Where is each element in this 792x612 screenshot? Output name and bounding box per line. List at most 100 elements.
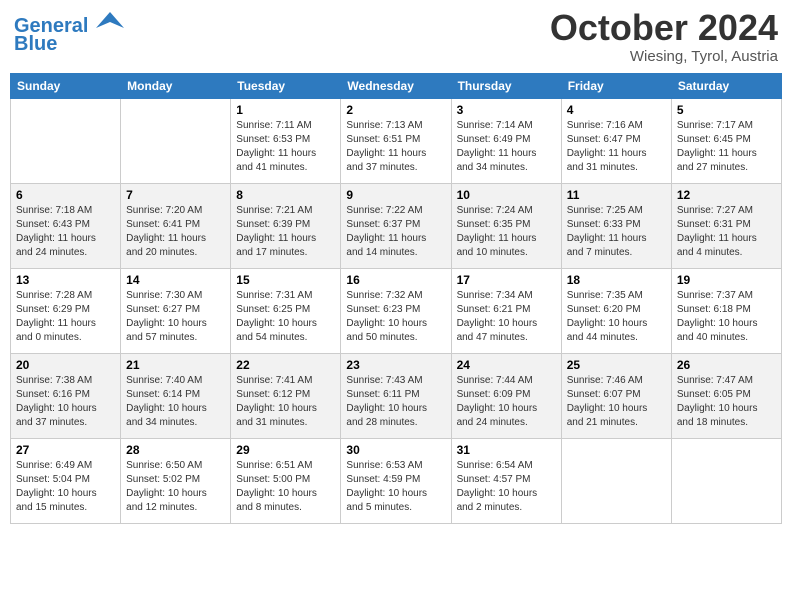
day-number: 6 (16, 188, 115, 202)
day-number: 10 (457, 188, 556, 202)
header-row: SundayMondayTuesdayWednesdayThursdayFrid… (11, 74, 782, 99)
day-number: 26 (677, 358, 776, 372)
day-number: 11 (567, 188, 666, 202)
day-number: 29 (236, 443, 335, 457)
calendar-day-cell (671, 439, 781, 524)
day-detail: Sunrise: 7:24 AM Sunset: 6:35 PM Dayligh… (457, 204, 556, 260)
day-detail: Sunrise: 7:14 AM Sunset: 6:49 PM Dayligh… (457, 119, 556, 175)
calendar-day-cell: 8Sunrise: 7:21 AM Sunset: 6:39 PM Daylig… (231, 184, 341, 269)
day-number: 14 (126, 273, 225, 287)
calendar-day-cell: 6 Sunrise: 7:18 AM Sunset: 6:43 PM Daylig… (11, 184, 121, 269)
calendar-day-cell: 21 Sunrise: 7:40 AM Sunset: 6:14 PM Dayli… (121, 354, 231, 439)
day-number: 27 (16, 443, 115, 457)
day-detail: Sunrise: 7:46 AM Sunset: 6:07 PM Dayligh… (567, 374, 666, 430)
logo: General Blue (14, 10, 124, 56)
calendar-table: SundayMondayTuesdayWednesdayThursdayFrid… (10, 73, 782, 524)
calendar-day-cell: 29 Sunrise: 6:51 AM Sunset: 5:00 PM Dayli… (231, 439, 341, 524)
day-detail: Sunrise: 7:22 AM Sunset: 6:37 PM Dayligh… (346, 204, 445, 260)
weekday-header: Tuesday (231, 74, 341, 99)
location-subtitle: Wiesing, Tyrol, Austria (550, 48, 778, 65)
day-detail: Sunrise: 7:38 AM Sunset: 6:16 PM Dayligh… (16, 374, 115, 430)
calendar-day-cell (121, 99, 231, 184)
calendar-day-cell: 1 Sunrise: 7:11 AM Sunset: 6:53 PM Daylig… (231, 99, 341, 184)
day-detail: Sunrise: 6:53 AM Sunset: 4:59 PM Dayligh… (346, 459, 445, 515)
day-number: 4 (567, 103, 666, 117)
day-detail: Sunrise: 7:41 AM Sunset: 6:12 PM Dayligh… (236, 374, 335, 430)
calendar-day-cell: 13 Sunrise: 7:28 AM Sunset: 6:29 PM Dayli… (11, 269, 121, 354)
calendar-day-cell: 26 Sunrise: 7:47 AM Sunset: 6:05 PM Dayli… (671, 354, 781, 439)
day-number: 25 (567, 358, 666, 372)
day-number: 1 (236, 103, 335, 117)
title-area: October 2024 Wiesing, Tyrol, Austria (550, 10, 778, 65)
calendar-day-cell: 20 Sunrise: 7:38 AM Sunset: 6:16 PM Dayli… (11, 354, 121, 439)
calendar-day-cell: 16 Sunrise: 7:32 AM Sunset: 6:23 PM Dayli… (341, 269, 451, 354)
calendar-day-cell: 14 Sunrise: 7:30 AM Sunset: 6:27 PM Dayli… (121, 269, 231, 354)
calendar-day-cell: 24 Sunrise: 7:44 AM Sunset: 6:09 PM Dayli… (451, 354, 561, 439)
month-title: October 2024 (550, 10, 778, 46)
calendar-day-cell: 23 Sunrise: 7:43 AM Sunset: 6:11 PM Dayli… (341, 354, 451, 439)
calendar-day-cell: 25 Sunrise: 7:46 AM Sunset: 6:07 PM Dayli… (561, 354, 671, 439)
day-number: 28 (126, 443, 225, 457)
day-detail: Sunrise: 7:27 AM Sunset: 6:31 PM Dayligh… (677, 204, 776, 260)
calendar-week-row: 6 Sunrise: 7:18 AM Sunset: 6:43 PM Daylig… (11, 184, 782, 269)
day-detail: Sunrise: 6:51 AM Sunset: 5:00 PM Dayligh… (236, 459, 335, 515)
day-detail: Sunrise: 7:34 AM Sunset: 6:21 PM Dayligh… (457, 289, 556, 345)
day-number: 24 (457, 358, 556, 372)
calendar-day-cell: 11Sunrise: 7:25 AM Sunset: 6:33 PM Dayli… (561, 184, 671, 269)
day-number: 16 (346, 273, 445, 287)
day-detail: Sunrise: 6:49 AM Sunset: 5:04 PM Dayligh… (16, 459, 115, 515)
day-detail: Sunrise: 7:31 AM Sunset: 6:25 PM Dayligh… (236, 289, 335, 345)
calendar-day-cell: 10 Sunrise: 7:24 AM Sunset: 6:35 PM Dayli… (451, 184, 561, 269)
day-number: 2 (346, 103, 445, 117)
calendar-day-cell: 12 Sunrise: 7:27 AM Sunset: 6:31 PM Dayli… (671, 184, 781, 269)
calendar-day-cell: 31Sunrise: 6:54 AM Sunset: 4:57 PM Dayli… (451, 439, 561, 524)
calendar-week-row: 20 Sunrise: 7:38 AM Sunset: 6:16 PM Dayli… (11, 354, 782, 439)
day-detail: Sunrise: 7:16 AM Sunset: 6:47 PM Dayligh… (567, 119, 666, 175)
weekday-header: Wednesday (341, 74, 451, 99)
day-detail: Sunrise: 7:37 AM Sunset: 6:18 PM Dayligh… (677, 289, 776, 345)
calendar-day-cell: 5 Sunrise: 7:17 AM Sunset: 6:45 PM Daylig… (671, 99, 781, 184)
calendar-week-row: 27 Sunrise: 6:49 AM Sunset: 5:04 PM Dayli… (11, 439, 782, 524)
logo-bird-icon (96, 10, 124, 32)
day-detail: Sunrise: 7:13 AM Sunset: 6:51 PM Dayligh… (346, 119, 445, 175)
day-number: 23 (346, 358, 445, 372)
day-detail: Sunrise: 7:44 AM Sunset: 6:09 PM Dayligh… (457, 374, 556, 430)
day-detail: Sunrise: 7:47 AM Sunset: 6:05 PM Dayligh… (677, 374, 776, 430)
day-detail: Sunrise: 7:28 AM Sunset: 6:29 PM Dayligh… (16, 289, 115, 345)
day-detail: Sunrise: 7:17 AM Sunset: 6:45 PM Dayligh… (677, 119, 776, 175)
day-number: 22 (236, 358, 335, 372)
weekday-header: Monday (121, 74, 231, 99)
calendar-day-cell: 18 Sunrise: 7:35 AM Sunset: 6:20 PM Dayli… (561, 269, 671, 354)
day-detail: Sunrise: 7:20 AM Sunset: 6:41 PM Dayligh… (126, 204, 225, 260)
day-number: 15 (236, 273, 335, 287)
day-detail: Sunrise: 6:50 AM Sunset: 5:02 PM Dayligh… (126, 459, 225, 515)
weekday-header: Sunday (11, 74, 121, 99)
day-detail: Sunrise: 6:54 AM Sunset: 4:57 PM Dayligh… (457, 459, 556, 515)
day-detail: Sunrise: 7:32 AM Sunset: 6:23 PM Dayligh… (346, 289, 445, 345)
day-number: 12 (677, 188, 776, 202)
day-detail: Sunrise: 7:30 AM Sunset: 6:27 PM Dayligh… (126, 289, 225, 345)
day-detail: Sunrise: 7:18 AM Sunset: 6:43 PM Dayligh… (16, 204, 115, 260)
day-number: 30 (346, 443, 445, 457)
day-number: 8 (236, 188, 335, 202)
day-number: 17 (457, 273, 556, 287)
day-detail: Sunrise: 7:11 AM Sunset: 6:53 PM Dayligh… (236, 119, 335, 175)
day-number: 13 (16, 273, 115, 287)
day-number: 20 (16, 358, 115, 372)
calendar-day-cell: 2 Sunrise: 7:13 AM Sunset: 6:51 PM Daylig… (341, 99, 451, 184)
calendar-day-cell: 15 Sunrise: 7:31 AM Sunset: 6:25 PM Dayli… (231, 269, 341, 354)
calendar-day-cell: 19Sunrise: 7:37 AM Sunset: 6:18 PM Dayli… (671, 269, 781, 354)
calendar-week-row: 13 Sunrise: 7:28 AM Sunset: 6:29 PM Dayli… (11, 269, 782, 354)
calendar-day-cell: 4 Sunrise: 7:16 AM Sunset: 6:47 PM Daylig… (561, 99, 671, 184)
day-detail: Sunrise: 7:35 AM Sunset: 6:20 PM Dayligh… (567, 289, 666, 345)
weekday-header: Thursday (451, 74, 561, 99)
day-detail: Sunrise: 7:40 AM Sunset: 6:14 PM Dayligh… (126, 374, 225, 430)
calendar-day-cell: 7Sunrise: 7:20 AM Sunset: 6:41 PM Daylig… (121, 184, 231, 269)
day-number: 5 (677, 103, 776, 117)
day-number: 21 (126, 358, 225, 372)
calendar-day-cell: 3Sunrise: 7:14 AM Sunset: 6:49 PM Daylig… (451, 99, 561, 184)
weekday-header: Friday (561, 74, 671, 99)
calendar-day-cell: 9Sunrise: 7:22 AM Sunset: 6:37 PM Daylig… (341, 184, 451, 269)
day-detail: Sunrise: 7:43 AM Sunset: 6:11 PM Dayligh… (346, 374, 445, 430)
day-number: 18 (567, 273, 666, 287)
